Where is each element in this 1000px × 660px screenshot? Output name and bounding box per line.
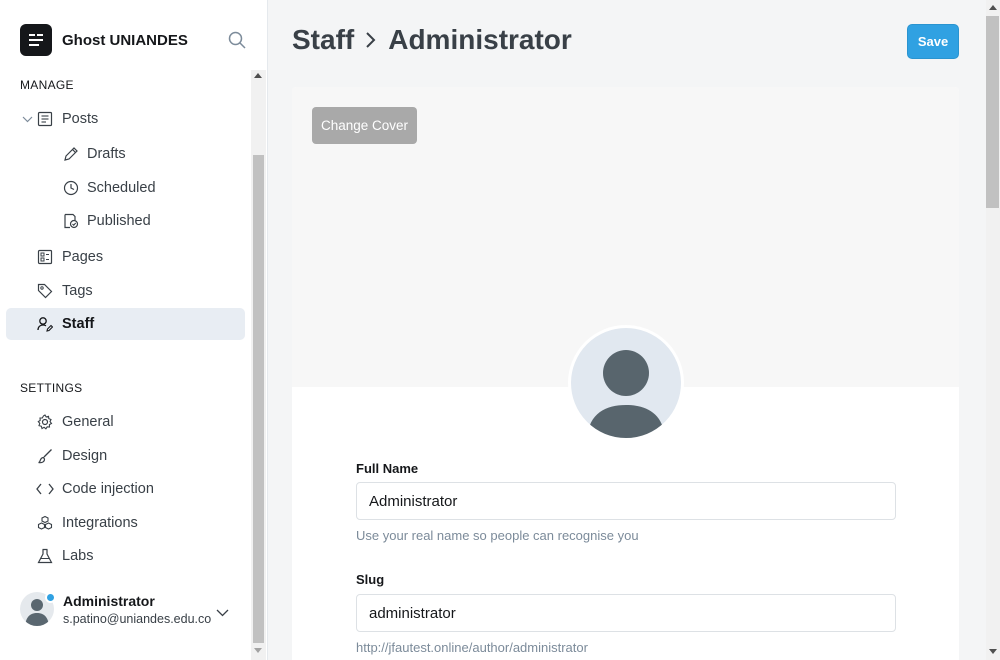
pencil-icon bbox=[62, 145, 80, 163]
profile-card: Change Cover Full Name Use your real nam… bbox=[292, 87, 959, 660]
sidebar-item-staff[interactable]: Staff bbox=[6, 308, 245, 340]
clock-icon bbox=[62, 179, 80, 197]
main-scroll-up-icon[interactable] bbox=[989, 5, 997, 10]
sidebar-item-label: Staff bbox=[62, 316, 95, 332]
online-status-dot bbox=[45, 592, 56, 603]
sidebar-scrollbar-thumb[interactable] bbox=[253, 155, 264, 643]
flask-icon bbox=[36, 547, 54, 565]
integrations-icon bbox=[36, 514, 54, 532]
sidebar-item-tags[interactable]: Tags bbox=[6, 275, 245, 307]
manage-section-title: MANAGE bbox=[20, 78, 74, 92]
settings-section-title: SETTINGS bbox=[20, 381, 83, 395]
slug-label: Slug bbox=[356, 572, 385, 587]
sidebar-item-label: Posts bbox=[62, 111, 99, 127]
sidebar: Ghost UNIANDES MANAGE Posts Drafts Sched… bbox=[0, 0, 268, 660]
brush-icon bbox=[36, 447, 54, 465]
chevron-down-icon[interactable] bbox=[216, 604, 229, 622]
chevron-down-icon[interactable] bbox=[18, 110, 36, 128]
slug-input[interactable] bbox=[356, 594, 896, 632]
sidebar-item-scheduled[interactable]: Scheduled bbox=[6, 172, 245, 204]
sidebar-item-label: Published bbox=[87, 213, 151, 229]
full-name-hint: Use your real name so people can recogni… bbox=[356, 528, 639, 543]
sidebar-item-design[interactable]: Design bbox=[6, 440, 245, 472]
sidebar-item-general[interactable]: General bbox=[6, 406, 245, 438]
user-email: s.patino@uniandes.edu.co bbox=[63, 612, 212, 626]
sidebar-item-label: Tags bbox=[62, 283, 93, 299]
user-menu[interactable]: Administrator s.patino@uniandes.edu.co bbox=[20, 592, 245, 628]
search-icon[interactable] bbox=[228, 31, 248, 51]
brand[interactable]: Ghost UNIANDES bbox=[20, 24, 188, 56]
sidebar-item-integrations[interactable]: Integrations bbox=[6, 507, 245, 539]
full-name-input[interactable] bbox=[356, 482, 896, 520]
sidebar-item-label: Scheduled bbox=[87, 180, 156, 196]
main-content: Staff Administrator Save Change Cover Fu… bbox=[268, 0, 986, 660]
sidebar-item-pages[interactable]: Pages bbox=[6, 241, 245, 273]
sidebar-scroll-down-icon[interactable] bbox=[254, 648, 262, 653]
staff-icon bbox=[36, 315, 54, 333]
tag-icon bbox=[36, 282, 54, 300]
sidebar-item-published[interactable]: Published bbox=[6, 205, 245, 237]
profile-image[interactable] bbox=[568, 325, 684, 441]
sidebar-item-label: Design bbox=[62, 448, 108, 464]
sidebar-item-labs[interactable]: Labs bbox=[6, 540, 245, 572]
breadcrumb-staff-link[interactable]: Staff bbox=[292, 24, 354, 56]
brand-name: Ghost UNIANDES bbox=[62, 31, 188, 49]
page-title: Administrator bbox=[388, 24, 572, 55]
chevron-right-icon bbox=[366, 31, 376, 49]
slug-url-hint: http://jfautest.online/author/administra… bbox=[356, 640, 588, 655]
sidebar-item-label: General bbox=[62, 414, 114, 430]
sidebar-item-label: Pages bbox=[62, 249, 104, 265]
sidebar-item-label: Code injection bbox=[62, 481, 154, 497]
code-icon bbox=[36, 480, 54, 498]
change-cover-button[interactable]: Change Cover bbox=[312, 107, 417, 144]
sidebar-item-label: Integrations bbox=[62, 515, 138, 531]
ghost-logo-icon bbox=[20, 24, 52, 56]
posts-icon bbox=[36, 110, 54, 128]
pages-icon bbox=[36, 248, 54, 266]
breadcrumb: Staff Administrator bbox=[292, 24, 572, 56]
save-button[interactable]: Save bbox=[907, 24, 959, 59]
sidebar-item-code-injection[interactable]: Code injection bbox=[6, 473, 245, 505]
full-name-label: Full Name bbox=[356, 461, 419, 476]
published-icon bbox=[62, 212, 80, 230]
sidebar-scroll-up-icon[interactable] bbox=[254, 73, 262, 78]
main-scrollbar-thumb[interactable] bbox=[986, 16, 999, 208]
sidebar-item-label: Labs bbox=[62, 548, 94, 564]
sidebar-item-label: Drafts bbox=[87, 146, 126, 162]
sidebar-item-drafts[interactable]: Drafts bbox=[6, 138, 245, 170]
sidebar-item-posts[interactable]: Posts bbox=[6, 103, 245, 135]
main-scroll-down-icon[interactable] bbox=[989, 649, 997, 654]
gear-icon bbox=[36, 413, 54, 431]
user-name: Administrator bbox=[63, 593, 155, 609]
